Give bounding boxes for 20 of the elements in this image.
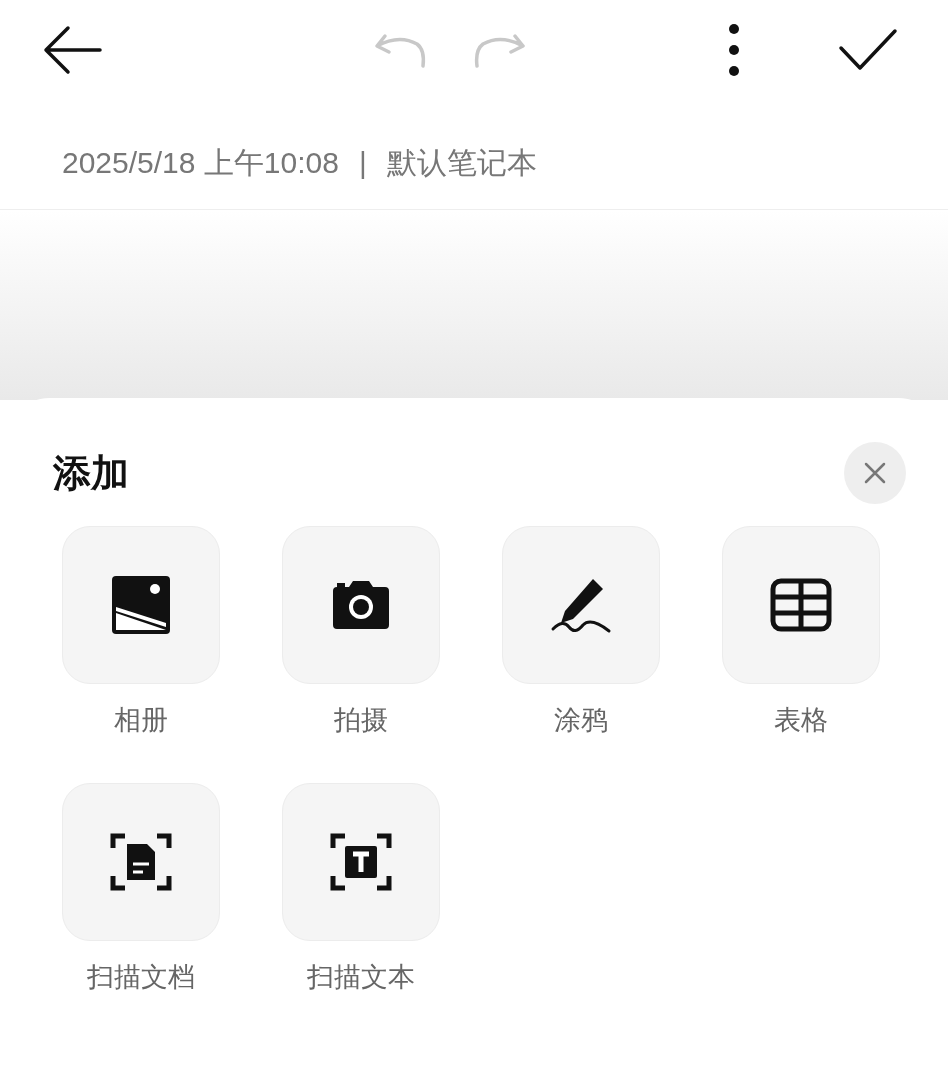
- note-datetime: 2025/5/18 上午10:08: [62, 145, 339, 181]
- add-option-tile[interactable]: [282, 526, 440, 684]
- option-label: 表格: [774, 704, 828, 737]
- option-label: 涂鸦: [554, 704, 608, 737]
- back-button[interactable]: [42, 25, 104, 75]
- add-option-tile[interactable]: [62, 782, 220, 941]
- option-label: 拍摄: [334, 704, 388, 737]
- option-label: 扫描文本: [307, 960, 415, 994]
- add-option-tile[interactable]: [722, 526, 880, 684]
- option-label: 相册: [114, 704, 168, 737]
- sheet-title: 添加: [53, 450, 129, 496]
- add-option-tile[interactable]: [282, 782, 440, 941]
- confirm-button[interactable]: [838, 28, 898, 72]
- separator: |: [358, 145, 367, 181]
- add-option-tile[interactable]: [502, 526, 660, 684]
- option-label: 扫描文档: [87, 960, 195, 994]
- picture-icon: [109, 573, 173, 637]
- close-icon: [863, 461, 887, 485]
- add-option-tile[interactable]: [62, 526, 220, 684]
- notebook-name[interactable]: 默认笔记本: [386, 140, 537, 185]
